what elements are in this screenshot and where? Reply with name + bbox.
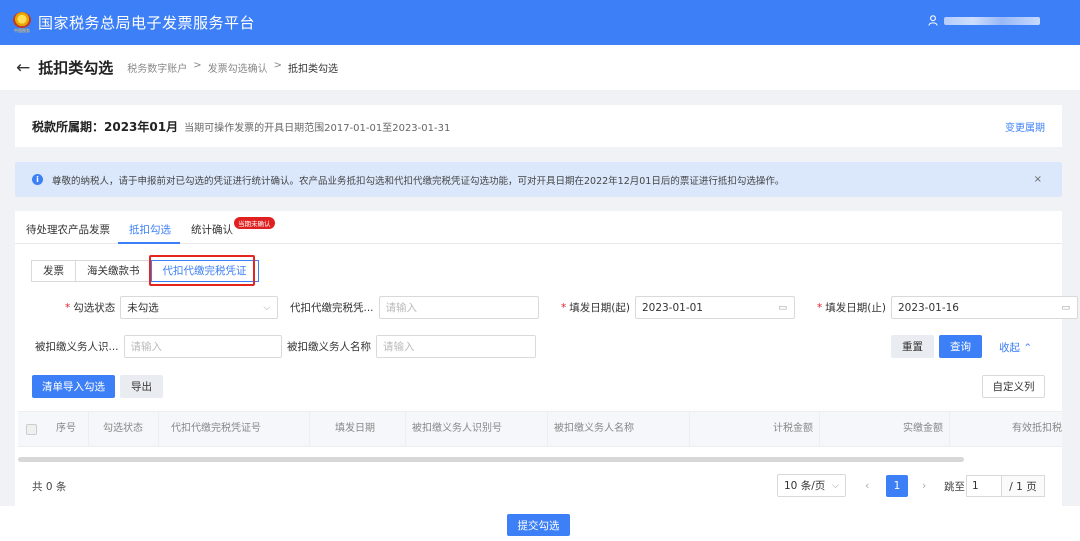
col-valid-deduction-tax: 有效抵扣税 xyxy=(1012,423,1062,434)
next-page-icon[interactable]: › xyxy=(922,479,926,492)
jump-label: 跳至 xyxy=(944,481,965,493)
breadcrumb-bar: ← 抵扣类勾选 税务数字账户 > 发票勾选确认 > 抵扣类勾选 xyxy=(0,45,1080,90)
reset-button[interactable]: 重置 xyxy=(891,335,934,358)
collapse-toggle[interactable]: 收起 ⌃ xyxy=(999,340,1032,355)
tab-deduction-select[interactable]: 抵扣勾选 xyxy=(129,222,171,237)
back-arrow-icon[interactable]: ← xyxy=(16,58,30,78)
col-certificate-no: 代扣代缴完税凭证号 xyxy=(159,412,310,446)
filter-date-from: * 填发日期(起) 2023-01-01 ▭ xyxy=(561,296,795,319)
breadcrumb: 税务数字账户 > 发票勾选确认 > 抵扣类勾选 xyxy=(127,60,338,75)
active-tab-indicator xyxy=(118,242,180,244)
col-taxpayer-name: 被扣缴义务人名称 xyxy=(548,412,690,446)
col-taxpayer-id: 被扣缴义务人识别号 xyxy=(406,412,548,446)
subtab-customs-payment[interactable]: 海关缴款书 xyxy=(75,260,152,282)
col-select-status: 勾选状态 xyxy=(89,412,159,446)
top-bar: 中国税务 国家税务总局电子发票服务平台 xyxy=(0,0,1080,45)
export-button[interactable]: 导出 xyxy=(120,375,163,398)
taxpayer-name-label: 被扣缴义务人名称 xyxy=(287,341,371,353)
certificate-no-label: 代扣代缴完税凭... xyxy=(290,302,374,314)
filter-taxpayer-id: 被扣缴义务人识... 请输入 xyxy=(35,335,282,358)
main-panel: 待处理农产品发票 抵扣勾选 统计确认 当期未确认 发票 海关缴款书 代扣代缴完税… xyxy=(15,211,1078,506)
subtab-invoice[interactable]: 发票 xyxy=(31,260,76,282)
status-select[interactable]: 未勾选 ⌵ xyxy=(120,296,279,319)
tax-period-label: 税款所属期：2023年01月 xyxy=(32,119,179,134)
submit-selection-button[interactable]: 提交勾选 xyxy=(507,514,570,536)
date-from-label: 填发日期(起) xyxy=(569,302,630,314)
table-header: 序号 勾选状态 代扣代缴完税凭证号 填发日期 被扣缴义务人识别号 被扣缴义务人名… xyxy=(18,411,1062,447)
filter-taxpayer-name: 被扣缴义务人名称 请输入 xyxy=(287,335,536,358)
total-pages: / 1 页 xyxy=(1001,475,1045,497)
filter-status: * 勾选状态 未勾选 ⌵ xyxy=(65,296,279,319)
info-notice: i 尊敬的纳税人，请于申报前对已勾选的凭证进行统计确认。农产品业务抵扣勾选和代扣… xyxy=(15,162,1062,197)
prev-page-icon[interactable]: ‹ xyxy=(865,479,869,492)
tab-pending-agri-invoices[interactable]: 待处理农产品发票 xyxy=(26,222,110,237)
col-taxable-amount: 计税金额 xyxy=(690,412,820,446)
date-from-picker[interactable]: 2023-01-01 ▭ xyxy=(634,296,795,319)
date-to-picker[interactable]: 2023-01-16 ▭ xyxy=(890,296,1078,319)
taxpayer-id-input[interactable]: 请输入 xyxy=(123,335,282,358)
select-all-checkbox[interactable] xyxy=(26,424,37,435)
taxpayer-id-label: 被扣缴义务人识... xyxy=(35,341,119,353)
custom-columns-button[interactable]: 自定义列 xyxy=(982,375,1045,398)
col-issue-date: 填发日期 xyxy=(310,412,406,446)
date-range-text: 当期可操作发票的开具日期范围2017-01-01至2023-01-31 xyxy=(184,122,451,134)
tab-bar: 待处理农产品发票 抵扣勾选 统计确认 当期未确认 xyxy=(15,211,1062,244)
close-icon[interactable]: × xyxy=(1034,174,1042,185)
breadcrumb-item-current: 抵扣类勾选 xyxy=(288,64,339,75)
total-count: 共 0 条 xyxy=(32,481,67,493)
current-page-button[interactable]: 1 xyxy=(886,475,908,497)
chevron-up-icon: ⌃ xyxy=(1023,342,1033,354)
tab-statistics-confirm[interactable]: 统计确认 xyxy=(191,222,233,237)
user-menu[interactable] xyxy=(928,15,1040,26)
page-title: 抵扣类勾选 xyxy=(38,59,114,77)
calendar-icon: ▭ xyxy=(1061,302,1070,313)
query-button[interactable]: 查询 xyxy=(939,335,982,358)
calendar-icon: ▭ xyxy=(778,302,787,313)
tax-period-bar: 税款所属期：2023年01月 当期可操作发票的开具日期范围2017-01-01至… xyxy=(15,105,1062,147)
breadcrumb-item-account[interactable]: 税务数字账户 xyxy=(127,60,187,75)
tax-emblem-logo: 中国税务 xyxy=(12,11,32,34)
col-paid-amount: 实缴金额 xyxy=(820,412,950,446)
breadcrumb-separator: > xyxy=(273,60,283,71)
masked-username xyxy=(944,16,1040,25)
notice-text: 尊敬的纳税人，请于申报前对已勾选的凭证进行统计确认。农产品业务抵扣勾选和代扣代缴… xyxy=(52,175,785,187)
change-period-link[interactable]: 变更属期 xyxy=(1005,119,1045,134)
filter-date-to: * 填发日期(止) 2023-01-16 ▭ xyxy=(817,296,1078,319)
sub-tab-group: 发票 海关缴款书 代扣代缴完税凭证 xyxy=(31,260,259,282)
jump-page-input[interactable]: 1 xyxy=(966,475,1002,497)
import-select-button[interactable]: 清单导入勾选 xyxy=(32,375,115,398)
status-label: 勾选状态 xyxy=(73,302,116,314)
date-to-label: 填发日期(止) xyxy=(825,302,886,314)
taxpayer-name-input[interactable]: 请输入 xyxy=(376,335,536,358)
subtab-withholding-certificate[interactable]: 代扣代缴完税凭证 xyxy=(150,260,259,282)
horizontal-scrollbar[interactable] xyxy=(18,457,964,462)
unconfirmed-badge: 当期未确认 xyxy=(234,217,275,229)
user-icon xyxy=(928,15,938,26)
col-index: 序号 xyxy=(46,412,89,446)
info-icon: i xyxy=(32,174,43,185)
chevron-down-icon: ⌵ xyxy=(263,302,271,313)
filter-certificate-no: 代扣代缴完税凭... 请输入 xyxy=(290,296,539,319)
page-size-select[interactable]: 10 条/页 ⌵ xyxy=(777,474,846,497)
app-title: 国家税务总局电子发票服务平台 xyxy=(38,14,256,32)
chevron-down-icon: ⌵ xyxy=(832,480,839,491)
breadcrumb-item-confirm[interactable]: 发票勾选确认 xyxy=(208,60,268,75)
breadcrumb-separator: > xyxy=(193,60,202,71)
certificate-no-input[interactable]: 请输入 xyxy=(378,296,539,319)
